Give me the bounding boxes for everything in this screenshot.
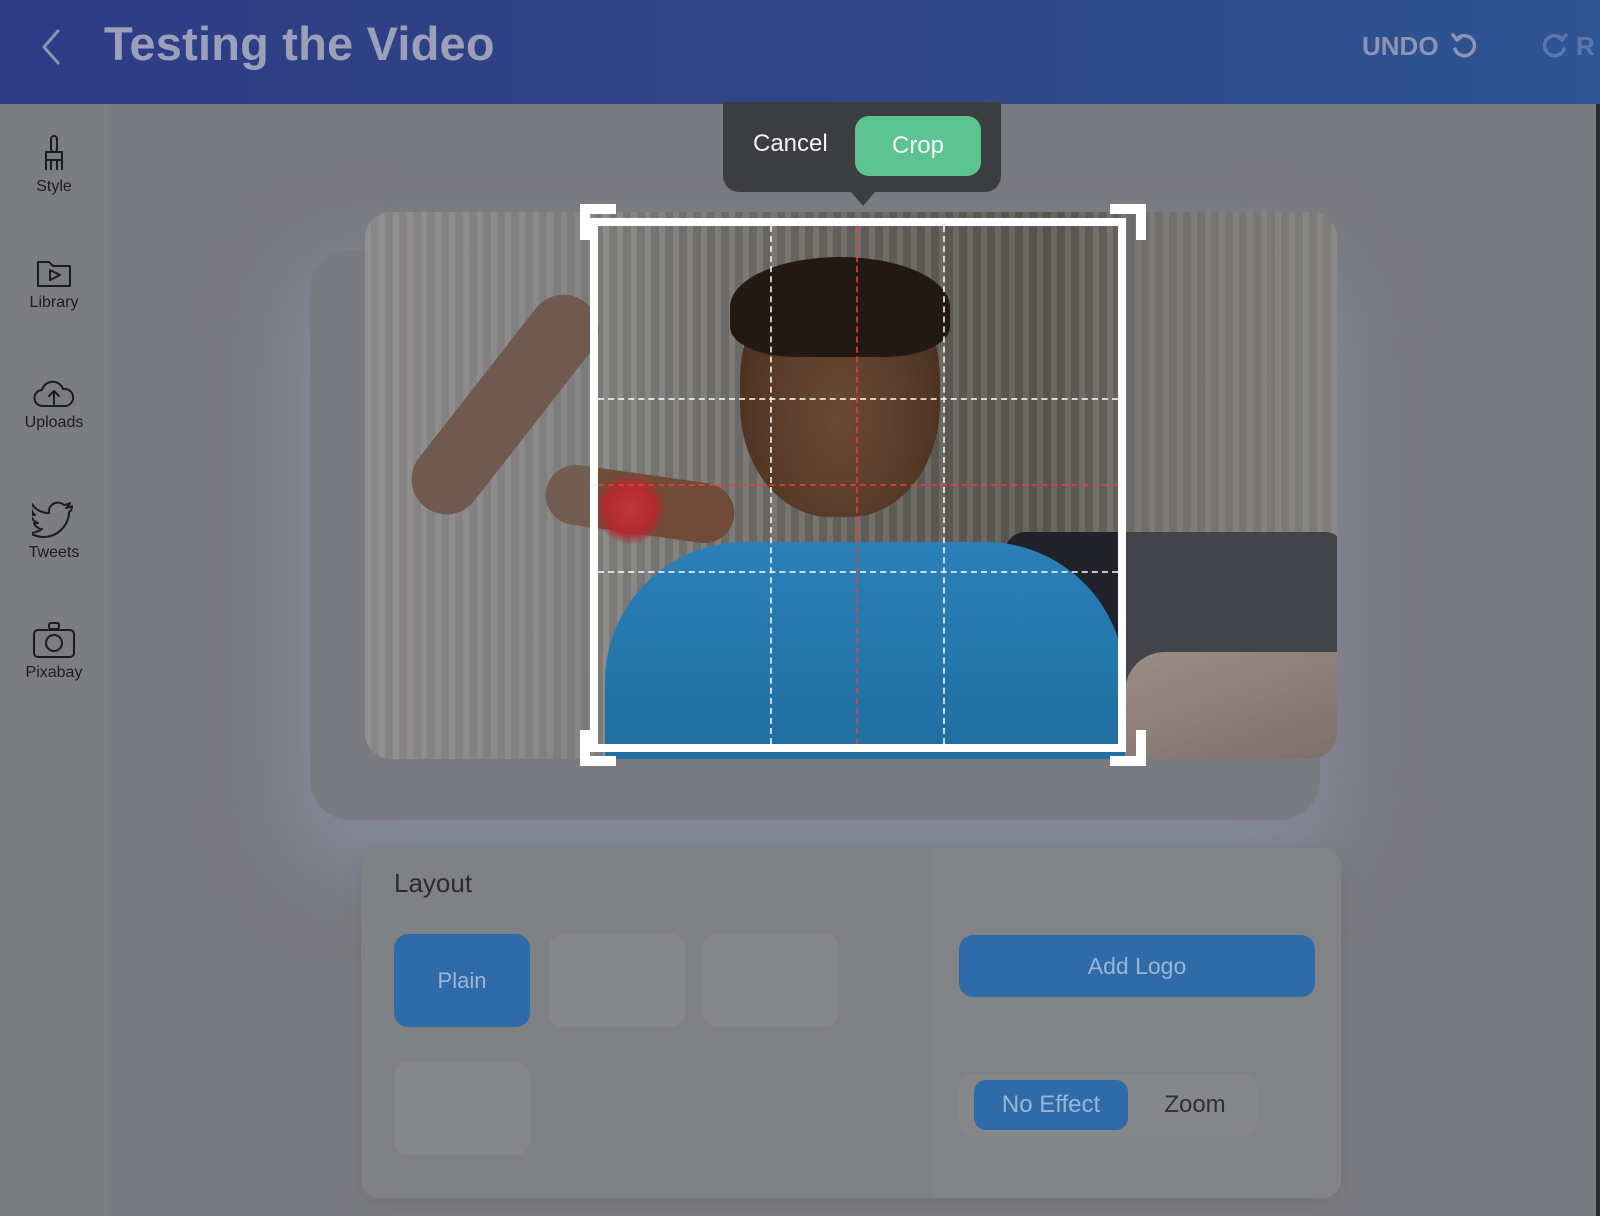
layout-option-plain[interactable]: Plain: [394, 934, 530, 1027]
sidebar-item-label: Uploads: [24, 414, 84, 431]
camera-icon: [33, 622, 75, 658]
sidebar-item-pixabay[interactable]: Pixabay: [0, 620, 108, 682]
crop-handle-top-right[interactable]: [1136, 204, 1146, 240]
crop-grid-line: [598, 571, 1118, 573]
crop-grid-line: [598, 398, 1118, 400]
add-logo-button[interactable]: Add Logo: [959, 935, 1315, 997]
layout-option[interactable]: [394, 1062, 530, 1155]
crop-handle-top-left[interactable]: [580, 204, 590, 240]
undo-label: UNDO: [1362, 30, 1439, 61]
sidebar-item-style[interactable]: Style: [0, 134, 108, 196]
sidebar-item-label: Library: [29, 294, 79, 311]
sidebar: Style Library Uploads Tweets Pixabay: [0, 104, 108, 1216]
layout-title: Layout: [394, 868, 473, 898]
top-header: Testing the Video UNDO R: [0, 0, 1600, 104]
undo-icon: [1450, 33, 1476, 58]
back-button[interactable]: [36, 22, 66, 72]
sidebar-item-tweets[interactable]: Tweets: [0, 500, 108, 562]
crop-center-guide: [598, 484, 1118, 486]
undo-button[interactable]: UNDO: [1362, 26, 1479, 66]
crop-selection[interactable]: [590, 218, 1126, 752]
window-edge: [1596, 104, 1600, 1216]
layout-option[interactable]: [549, 934, 685, 1027]
page-title: Testing the Video: [104, 17, 495, 70]
sidebar-item-label: Tweets: [28, 544, 80, 561]
layout-option[interactable]: [703, 934, 839, 1027]
folder-play-icon: [37, 261, 71, 287]
sidebar-item-label: Style: [36, 178, 72, 195]
sidebar-item-label: Pixabay: [25, 664, 83, 681]
cloud-upload-icon: [33, 380, 75, 407]
effect-option-no-effect[interactable]: No Effect: [974, 1080, 1128, 1130]
sidebar-item-uploads[interactable]: Uploads: [0, 380, 108, 432]
chevron-left-icon: [42, 29, 60, 65]
redo-button[interactable]: R: [1540, 26, 1595, 66]
effect-option-zoom[interactable]: Zoom: [1147, 1080, 1243, 1130]
redo-icon: [1542, 33, 1568, 58]
crop-dim-right: [1126, 212, 1337, 759]
cancel-button[interactable]: Cancel: [753, 130, 828, 158]
crop-handle-bottom-right[interactable]: [1136, 730, 1146, 766]
crop-popup: Cancel Crop: [723, 102, 1001, 206]
redo-label: R: [1576, 30, 1595, 61]
crop-dim-left: [365, 212, 597, 759]
sidebar-item-library[interactable]: Library: [0, 256, 108, 312]
twitter-bird-icon: [32, 501, 73, 538]
layout-panel: Layout Plain Add Logo No Effect Zoom: [361, 848, 1341, 1198]
layout-panel-right: [933, 848, 1341, 1198]
effect-toggle: No Effect Zoom: [959, 1074, 1257, 1136]
crop-button[interactable]: Crop: [855, 116, 981, 176]
brush-icon: [45, 135, 63, 170]
crop-handle-bottom-left[interactable]: [580, 730, 590, 766]
